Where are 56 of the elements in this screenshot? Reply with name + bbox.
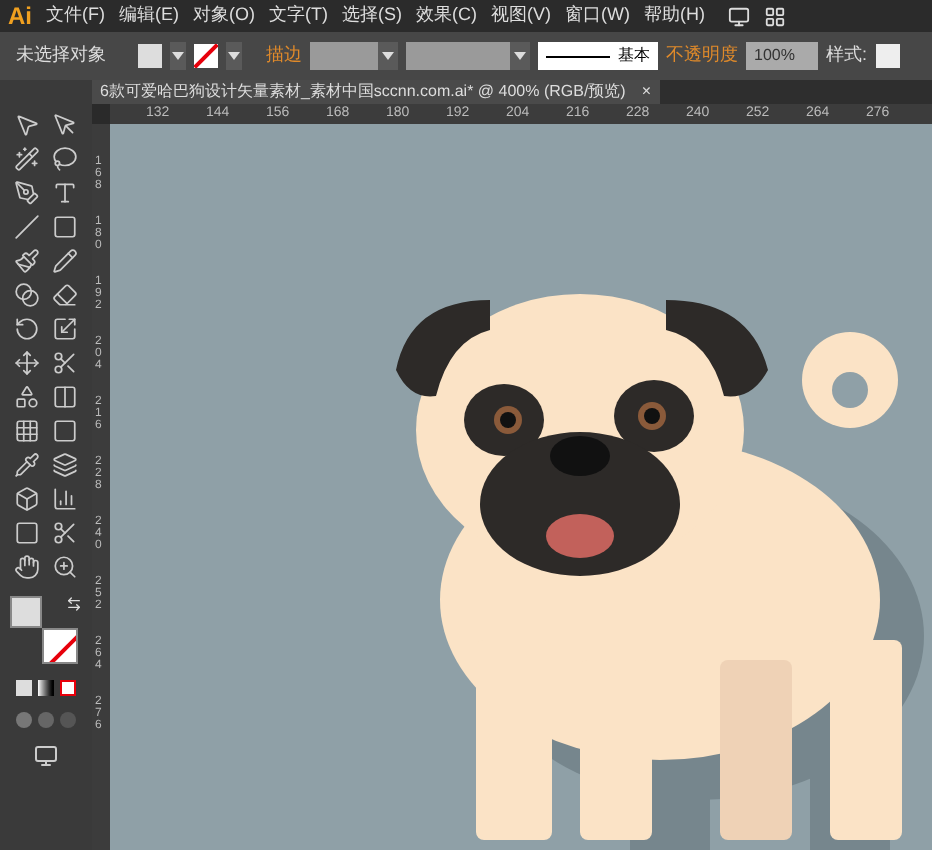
brush-dropdown[interactable]: 基本: [538, 42, 658, 70]
menu-item[interactable]: 文字(T): [269, 2, 328, 30]
stroke-none-swatch[interactable]: [194, 44, 218, 68]
rectangle-icon[interactable]: [52, 214, 78, 240]
eyedropper-icon[interactable]: [14, 452, 40, 478]
menu-item[interactable]: 窗口(W): [565, 2, 630, 30]
menu-item[interactable]: 帮助(H): [644, 2, 705, 30]
eraser-icon[interactable]: [52, 282, 78, 308]
direct-selection-icon[interactable]: [52, 112, 78, 138]
opacity-field[interactable]: 100%: [746, 42, 818, 70]
menu-item[interactable]: 选择(S): [342, 2, 402, 30]
ruler-corner: [92, 104, 110, 124]
pen-icon[interactable]: [14, 180, 40, 206]
app-logo: Ai: [8, 0, 32, 34]
menu-item[interactable]: 编辑(E): [119, 2, 179, 30]
stroke-label[interactable]: 描边: [266, 42, 302, 70]
stroke-color-swatch[interactable]: [42, 628, 78, 664]
caret-icon: [172, 52, 184, 60]
menu-item[interactable]: 视图(V): [491, 2, 551, 30]
fill-color-swatch[interactable]: [10, 596, 42, 628]
swap-icon[interactable]: [66, 596, 82, 612]
zoom-icon[interactable]: [52, 554, 78, 580]
stroke-weight-field[interactable]: [310, 42, 398, 70]
document-tab[interactable]: 6款可爱哈巴狗设计矢量素材_素材中国sccnn.com.ai* @ 400% (RGB/预览) ×: [92, 80, 660, 104]
scale-icon[interactable]: [52, 316, 78, 342]
menu-item[interactable]: 文件(F): [46, 2, 105, 30]
rotate-icon[interactable]: [14, 316, 40, 342]
none-mode-icon[interactable]: [60, 680, 76, 696]
lasso-icon[interactable]: [52, 146, 78, 172]
mesh-icon[interactable]: [14, 418, 40, 444]
caret-icon: [382, 52, 394, 60]
type-icon[interactable]: [52, 180, 78, 206]
color-mode-icon[interactable]: [16, 680, 32, 696]
gradient-mode-icon[interactable]: [38, 680, 54, 696]
fill-dropdown[interactable]: [170, 42, 186, 70]
fill-swatch[interactable]: [138, 44, 162, 68]
pencil-icon[interactable]: [52, 248, 78, 274]
workspace-icon[interactable]: [763, 5, 785, 27]
style-swatch[interactable]: [875, 44, 900, 68]
variable-width-dropdown[interactable]: [406, 42, 530, 70]
opacity-label[interactable]: 不透明度: [666, 42, 738, 70]
selection-tool-icon[interactable]: [14, 112, 40, 138]
stroke-dropdown[interactable]: [226, 42, 242, 70]
style-label: 样式:: [826, 42, 868, 69]
line-icon[interactable]: [14, 214, 40, 240]
magic-wand-icon[interactable]: [14, 146, 40, 172]
hand-icon[interactable]: [14, 554, 40, 580]
menu-item[interactable]: 对象(O): [193, 2, 255, 30]
graph-icon[interactable]: [52, 486, 78, 512]
caret-icon: [228, 52, 240, 60]
menu-item[interactable]: 效果(C): [416, 2, 477, 30]
screen-mode-icon[interactable]: [34, 744, 58, 768]
tab-close-icon[interactable]: ×: [641, 80, 652, 104]
paintbrush-icon[interactable]: [14, 248, 40, 274]
selection-status: 未选择对象: [16, 42, 106, 69]
caret-icon: [514, 52, 526, 60]
